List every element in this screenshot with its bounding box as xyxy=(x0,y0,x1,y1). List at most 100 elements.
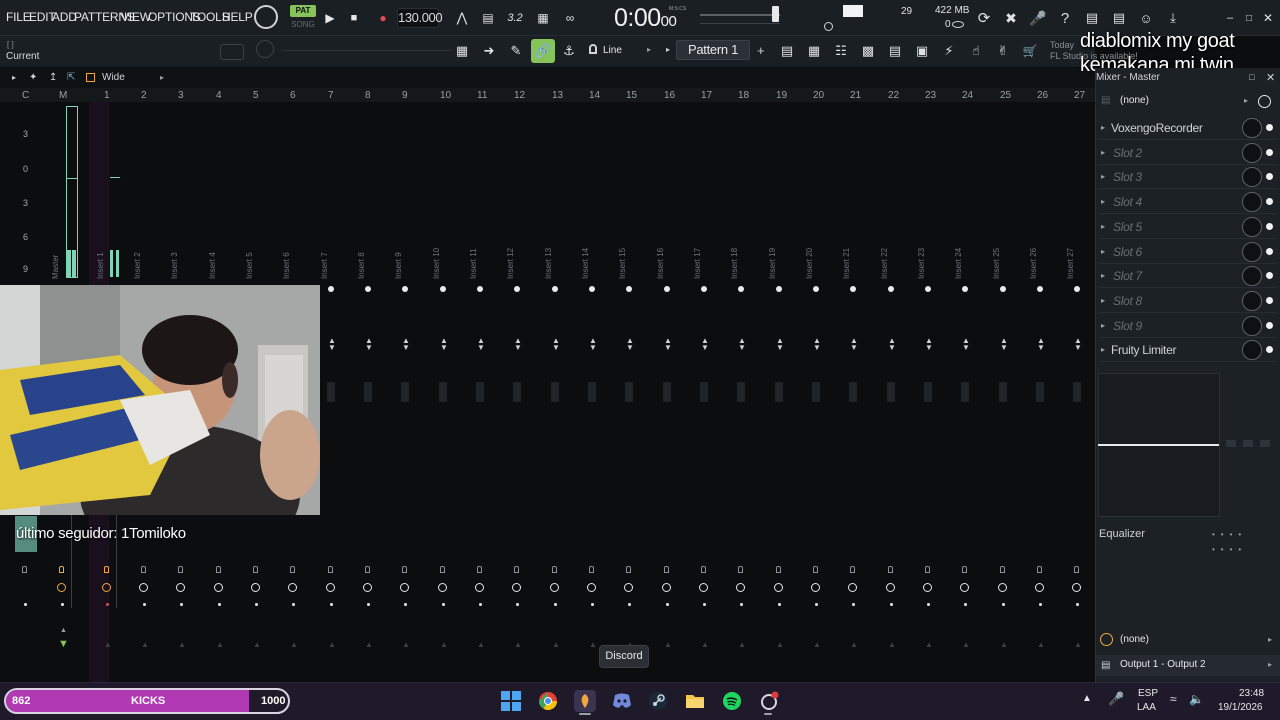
send-knob[interactable] xyxy=(662,583,671,592)
route-dot[interactable] xyxy=(143,603,146,606)
route-dot[interactable] xyxy=(61,603,64,606)
volume-fader[interactable] xyxy=(924,382,932,402)
fx-slot-name[interactable]: Slot 5 xyxy=(1113,220,1142,234)
pan-knob[interactable] xyxy=(514,286,520,292)
route-arrow-icon[interactable]: ▲ xyxy=(813,640,821,649)
volume-fader[interactable] xyxy=(401,382,409,402)
route-arrow-icon[interactable]: ▲ xyxy=(701,640,709,649)
fx-slot-menu-icon[interactable]: ▸ xyxy=(1101,247,1105,256)
fx-slot-name[interactable]: VoxengoRecorder xyxy=(1111,121,1203,135)
hand-icon[interactable]: ✌ xyxy=(991,39,1015,63)
route-dot[interactable] xyxy=(778,603,781,606)
stereo-mode[interactable]: Wide xyxy=(102,72,125,83)
track-name[interactable]: Insert 3 xyxy=(170,252,179,279)
track-name[interactable]: Insert 16 xyxy=(656,248,665,279)
stereo-arrows-icon[interactable]: ▲ ▼ xyxy=(925,337,933,352)
track-name[interactable]: Insert 22 xyxy=(880,248,889,279)
pan-knob[interactable] xyxy=(888,286,894,292)
stereo-arrows-icon[interactable]: ▲ ▼ xyxy=(813,337,821,352)
track-name[interactable]: Insert 8 xyxy=(357,252,366,279)
arrow-diag-icon[interactable]: ⇱ xyxy=(67,72,75,83)
fx-enable-led[interactable] xyxy=(1266,149,1273,156)
lock-icon[interactable] xyxy=(589,566,594,573)
fx-slot-name[interactable]: Slot 4 xyxy=(1113,195,1142,209)
chevron-right-icon[interactable]: ▸ xyxy=(1268,660,1272,669)
cart-icon[interactable]: 🛒 xyxy=(1018,39,1042,63)
volume-fader[interactable] xyxy=(849,382,857,402)
fx-slot-menu-icon[interactable]: ▸ xyxy=(1101,197,1105,206)
fx-mix-knob[interactable] xyxy=(1242,242,1262,262)
route-dot[interactable] xyxy=(479,603,482,606)
track-name[interactable]: Insert 6 xyxy=(282,252,291,279)
fx-slot-menu-icon[interactable]: ▸ xyxy=(1101,345,1105,354)
fx-slot-name[interactable]: Slot 8 xyxy=(1113,294,1142,308)
countdown-icon[interactable]: 3.2 xyxy=(503,6,527,30)
route-dot[interactable] xyxy=(367,603,370,606)
send-knob[interactable] xyxy=(438,583,447,592)
lock-icon[interactable] xyxy=(850,566,855,573)
send-knob[interactable] xyxy=(923,583,932,592)
magnet-icon[interactable] xyxy=(589,44,597,54)
route-dot[interactable] xyxy=(292,603,295,606)
tray-chevron-up-icon[interactable]: ▲ xyxy=(1082,693,1092,704)
stereo-arrows-icon[interactable]: ▲ ▼ xyxy=(962,337,970,352)
current-route-arrow-icon[interactable]: ▼ xyxy=(58,638,69,650)
fx-slot-menu-icon[interactable]: ▸ xyxy=(1101,123,1105,132)
stereo-arrows-icon[interactable]: ▲ ▼ xyxy=(1000,337,1008,352)
route-arrow-icon[interactable]: ▲ xyxy=(290,640,298,649)
lock-icon[interactable] xyxy=(925,566,930,573)
link-icon[interactable]: 🔗 xyxy=(531,39,555,63)
route-dot[interactable] xyxy=(1039,603,1042,606)
wrench-icon[interactable]: ✦ xyxy=(29,72,37,83)
track-name[interactable]: Insert 21 xyxy=(842,248,851,279)
chat-icon[interactable]: ☺ xyxy=(1134,6,1158,30)
undo-icon[interactable]: ⟳ xyxy=(972,6,996,30)
output-clock-icon[interactable] xyxy=(1100,633,1113,646)
lock-icon[interactable] xyxy=(216,566,221,573)
send-knob[interactable] xyxy=(214,583,223,592)
route-arrow-icon[interactable]: ▲ xyxy=(477,640,485,649)
route-arrow-icon[interactable]: ▲ xyxy=(514,640,522,649)
pan-knob[interactable] xyxy=(626,286,632,292)
route-dot[interactable] xyxy=(24,603,27,606)
fx-mix-knob[interactable] xyxy=(1242,167,1262,187)
fx-slot-menu-icon[interactable]: ▸ xyxy=(1101,222,1105,231)
lock-icon[interactable] xyxy=(365,566,370,573)
send-knob[interactable] xyxy=(736,583,745,592)
panel-close-icon[interactable]: ✕ xyxy=(1266,71,1275,84)
route-dot[interactable] xyxy=(554,603,557,606)
send-knob[interactable] xyxy=(326,583,335,592)
microphone-tray-icon[interactable]: 🎤 xyxy=(1108,691,1124,707)
track-name[interactable]: Insert 20 xyxy=(805,248,814,279)
eq-knob-icons[interactable]: •••• xyxy=(1212,545,1247,554)
fx-enable-led[interactable] xyxy=(1266,297,1273,304)
fx-mix-knob[interactable] xyxy=(1242,143,1262,163)
pan-knob[interactable] xyxy=(925,286,931,292)
lock-icon[interactable] xyxy=(888,566,893,573)
volume-fader[interactable] xyxy=(364,382,372,402)
fx-slot-menu-icon[interactable]: ▸ xyxy=(1101,296,1105,305)
send-knob[interactable] xyxy=(1035,583,1044,592)
pan-knob[interactable] xyxy=(440,286,446,292)
route-dot[interactable] xyxy=(106,603,109,606)
stamp-icon[interactable]: ⚓ xyxy=(557,39,581,63)
volume-fader[interactable] xyxy=(887,382,895,402)
route-dot[interactable] xyxy=(218,603,221,606)
pan-knob[interactable] xyxy=(701,286,707,292)
track-name[interactable]: Insert 15 xyxy=(618,248,627,279)
route-arrow-icon[interactable]: ▲ xyxy=(962,640,970,649)
route-dot[interactable] xyxy=(852,603,855,606)
route-dot[interactable] xyxy=(516,603,519,606)
fx-enable-led[interactable] xyxy=(1266,272,1273,279)
send-knob[interactable] xyxy=(774,583,783,592)
route-arrow-icon[interactable]: ▲ xyxy=(888,640,896,649)
send-knob[interactable] xyxy=(587,583,596,592)
fx-slot-name[interactable]: Slot 6 xyxy=(1113,245,1142,259)
track-name[interactable]: Insert 24 xyxy=(954,248,963,279)
fx-mix-knob[interactable] xyxy=(1242,192,1262,212)
lock-icon[interactable] xyxy=(59,566,64,573)
microphone-icon[interactable]: 🎤 xyxy=(1026,6,1050,30)
lock-icon[interactable] xyxy=(22,566,27,573)
volume-fader[interactable] xyxy=(775,382,783,402)
chevron-right-icon[interactable]: ▸ xyxy=(647,45,651,54)
